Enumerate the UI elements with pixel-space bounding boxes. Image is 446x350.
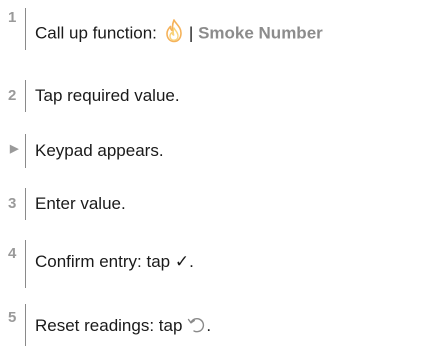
reset-icon	[186, 316, 206, 334]
step-number: 4	[8, 245, 17, 262]
step-text: Reset readings: tap .	[35, 316, 211, 336]
step-divider	[25, 80, 26, 112]
step-3: 3 Enter value.	[0, 188, 446, 220]
result-arrow-icon: ▶	[10, 143, 19, 155]
step-number: 2	[8, 87, 17, 104]
step-text: Confirm entry: tap ✓.	[35, 252, 194, 271]
step-text: Tap required value.	[35, 86, 180, 105]
step-5: 5 Reset readings: tap .	[0, 304, 446, 346]
step-instruction: Reset readings: tap	[35, 316, 183, 335]
step-number: 3	[8, 195, 17, 212]
step-instruction: Call up function:	[35, 23, 157, 43]
step-1: 1 Call up function: | Smoke Number	[0, 6, 446, 50]
function-name: Smoke Number	[198, 23, 323, 43]
step-divider	[25, 304, 26, 346]
step-divider	[25, 188, 26, 220]
flame-icon	[163, 19, 185, 43]
sentence-end: .	[206, 316, 212, 335]
step-number: 1	[8, 9, 17, 26]
step-2: 2 Tap required value.	[0, 80, 446, 112]
instruction-steps: 1 Call up function: | Smoke Number 2 Tap…	[0, 0, 446, 350]
step-text: Keypad appears.	[35, 141, 164, 160]
step-divider	[25, 8, 26, 50]
step-number: 5	[8, 309, 17, 326]
step-4: 4 Confirm entry: tap ✓.	[0, 240, 446, 288]
step-text: Enter value.	[35, 194, 126, 213]
step-text: Call up function: | Smoke Number	[35, 19, 323, 46]
step-result: ▶ Keypad appears.	[0, 134, 446, 168]
step-divider	[25, 134, 26, 168]
separator: |	[188, 23, 194, 43]
step-divider	[25, 240, 26, 288]
